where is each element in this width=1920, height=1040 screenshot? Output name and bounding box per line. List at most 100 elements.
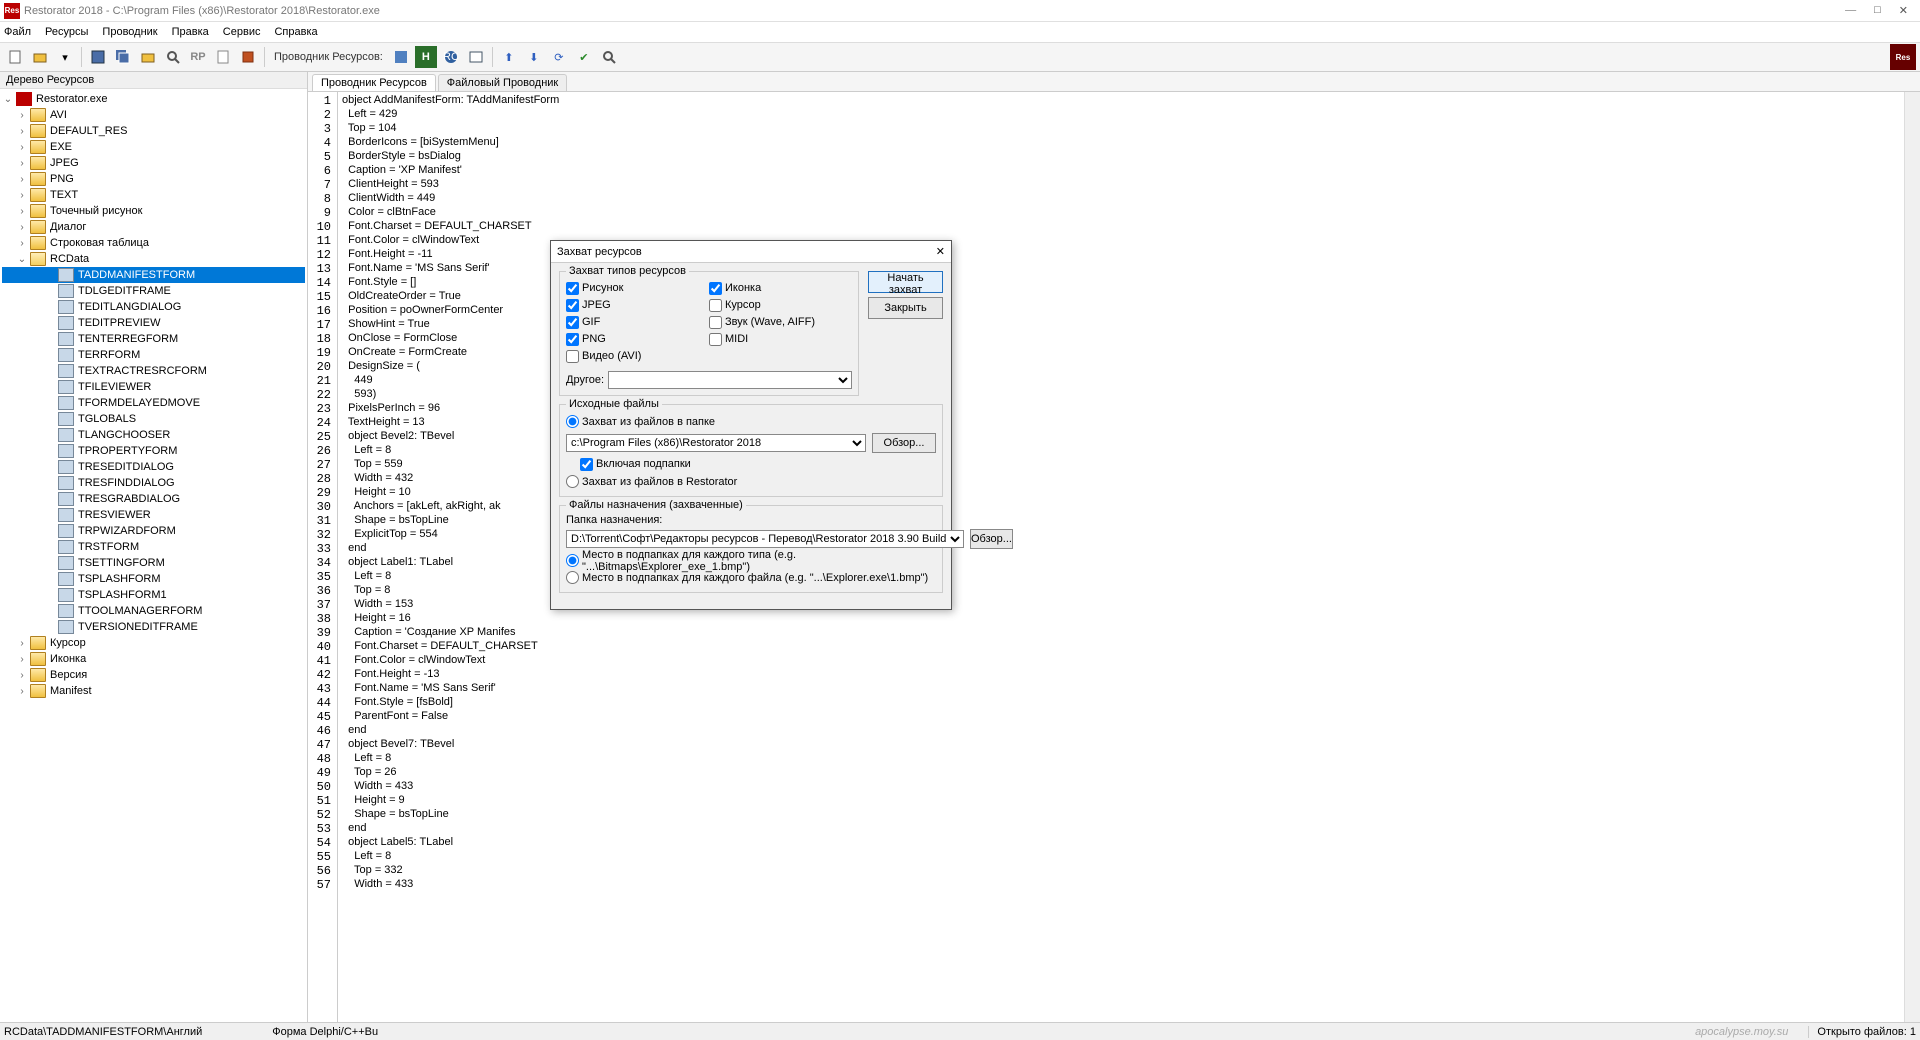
start-grab-button[interactable]: Начать захват	[868, 271, 943, 293]
tree-root[interactable]: ⌄Restorator.exe	[2, 91, 305, 107]
type-checkbox[interactable]	[709, 333, 722, 346]
radio-per-type[interactable]	[566, 554, 579, 567]
radio-per-file[interactable]	[566, 571, 579, 584]
tree-item[interactable]: TSETTINGFORM	[2, 555, 305, 571]
resource-types-group: Захват типов ресурсов РисунокJPEGGIFPNGВ…	[559, 271, 859, 396]
tree-item[interactable]: TVERSIONEDITFRAME	[2, 619, 305, 635]
toolbar-search-icon[interactable]	[162, 46, 184, 68]
close-button[interactable]: ✕	[1899, 4, 1908, 17]
include-subfolders-checkbox[interactable]	[580, 458, 593, 471]
toolbar-refresh-icon[interactable]: ⟳	[548, 46, 570, 68]
radio-per-file-label: Место в подпапках для каждого файла (e.g…	[582, 572, 928, 584]
tree-item[interactable]: TEDITPREVIEW	[2, 315, 305, 331]
tree-folder[interactable]: ›Manifest	[2, 683, 305, 699]
menu-file[interactable]: Файл	[4, 26, 31, 38]
tree-folder[interactable]: ›PNG	[2, 171, 305, 187]
browse-source-button[interactable]: Обзор...	[872, 433, 936, 453]
type-checkbox[interactable]	[566, 333, 579, 346]
type-checkbox[interactable]	[566, 316, 579, 329]
toolbar-grid-icon[interactable]	[390, 46, 412, 68]
toolbar-down-icon[interactable]: ⬇	[523, 46, 545, 68]
toolbar-book-icon[interactable]	[237, 46, 259, 68]
toolbar-rp-icon[interactable]: RP	[187, 46, 209, 68]
type-checkbox[interactable]	[709, 299, 722, 312]
tree-item[interactable]: TPROPERTYFORM	[2, 443, 305, 459]
close-dialog-button[interactable]: Закрыть	[868, 297, 943, 319]
radio-grab-restorator[interactable]	[566, 475, 579, 488]
toolbar-new-icon[interactable]	[4, 46, 26, 68]
source-path-combo[interactable]: c:\Program Files (x86)\Restorator 2018	[566, 434, 866, 452]
toolbar-find-icon[interactable]	[598, 46, 620, 68]
type-checkbox[interactable]	[566, 350, 579, 363]
toolbar-open-icon[interactable]	[29, 46, 51, 68]
type-checkbox[interactable]	[709, 316, 722, 329]
dest-path-combo[interactable]: D:\Torrent\Софт\Редакторы ресурсов - Пер…	[566, 530, 964, 548]
minimize-button[interactable]: —	[1845, 4, 1856, 17]
tree-item[interactable]: TRSTFORM	[2, 539, 305, 555]
tree-item[interactable]: TRESFINDDIALOG	[2, 475, 305, 491]
radio-grab-folder[interactable]	[566, 415, 579, 428]
tree-folder[interactable]: ›Диалог	[2, 219, 305, 235]
type-checkbox[interactable]	[566, 299, 579, 312]
tree-item[interactable]: TFORMDELAYEDMOVE	[2, 395, 305, 411]
toolbar-h-icon[interactable]: H	[415, 46, 437, 68]
toolbar-up-icon[interactable]: ⬆	[498, 46, 520, 68]
tree-folder[interactable]: ›AVI	[2, 107, 305, 123]
toolbar-form-icon[interactable]	[465, 46, 487, 68]
tree-item[interactable]: TRESGRABDIALOG	[2, 491, 305, 507]
resource-tree[interactable]: ⌄Restorator.exe ›AVI›DEFAULT_RES›EXE›JPE…	[0, 89, 307, 1022]
tree-item[interactable]: TTOOLMANAGERFORM	[2, 603, 305, 619]
tree-folder[interactable]: ›Версия	[2, 667, 305, 683]
toolbar-save-icon[interactable]	[87, 46, 109, 68]
menu-help[interactable]: Справка	[274, 26, 317, 38]
tree-folder[interactable]: ›TEXT	[2, 187, 305, 203]
toolbar-doc-icon[interactable]	[212, 46, 234, 68]
tree-item[interactable]: TSPLASHFORM1	[2, 587, 305, 603]
tree-folder[interactable]: ›DEFAULT_RES	[2, 123, 305, 139]
toolbar-check-icon[interactable]: ✔	[573, 46, 595, 68]
tree-folder[interactable]: ›Точечный рисунок	[2, 203, 305, 219]
vertical-scrollbar[interactable]	[1904, 92, 1920, 1022]
tree-item[interactable]: TSPLASHFORM	[2, 571, 305, 587]
tree-item[interactable]: TEDITLANGDIALOG	[2, 299, 305, 315]
tree-folder[interactable]: ›Строковая таблица	[2, 235, 305, 251]
tree-item[interactable]: TENTERREGFORM	[2, 331, 305, 347]
tab-resource-explorer[interactable]: Проводник Ресурсов	[312, 74, 436, 91]
grab-resources-dialog: Захват ресурсов ✕ Начать захват Закрыть …	[550, 240, 952, 610]
toolbar-folder2-icon[interactable]	[137, 46, 159, 68]
toolbar-saveall-icon[interactable]	[112, 46, 134, 68]
radio-grab-restorator-label: Захват из файлов в Restorator	[582, 476, 737, 488]
type-checkbox[interactable]	[709, 282, 722, 295]
tree-folder[interactable]: ›JPEG	[2, 155, 305, 171]
browse-dest-button[interactable]: Обзор...	[970, 529, 1013, 549]
menubar: Файл Ресурсы Проводник Правка Сервис Спр…	[0, 22, 1920, 42]
tree-item[interactable]: TRPWIZARDFORM	[2, 523, 305, 539]
toolbar-rc-icon[interactable]: RC	[440, 46, 462, 68]
tree-item[interactable]: TDLGEDITFRAME	[2, 283, 305, 299]
tree-item[interactable]: TGLOBALS	[2, 411, 305, 427]
tree-item[interactable]: TADDMANIFESTFORM	[2, 267, 305, 283]
type-checkbox[interactable]	[566, 282, 579, 295]
tree-folder[interactable]: ›Курсор	[2, 635, 305, 651]
menu-resources[interactable]: Ресурсы	[45, 26, 88, 38]
menu-edit[interactable]: Правка	[172, 26, 209, 38]
menu-explorer[interactable]: Проводник	[102, 26, 157, 38]
tab-file-explorer[interactable]: Файловый Проводник	[438, 74, 567, 91]
tree-item[interactable]: TFILEVIEWER	[2, 379, 305, 395]
toolbar-dropdown-icon[interactable]: ▾	[54, 46, 76, 68]
checkbox-label: PNG	[582, 333, 606, 345]
checkbox-label: Курсор	[725, 299, 761, 311]
menu-service[interactable]: Сервис	[223, 26, 261, 38]
tree-item[interactable]: TEXTRACTRESRCFORM	[2, 363, 305, 379]
tree-folder[interactable]: ›EXE	[2, 139, 305, 155]
maximize-button[interactable]: □	[1874, 4, 1881, 17]
tree-folder[interactable]: ›Иконка	[2, 651, 305, 667]
other-combo[interactable]	[608, 371, 852, 389]
tree-item[interactable]: TRESVIEWER	[2, 507, 305, 523]
tree-item[interactable]: TLANGCHOOSER	[2, 427, 305, 443]
tree-item[interactable]: TERRFORM	[2, 347, 305, 363]
group2-title: Исходные файлы	[566, 398, 662, 410]
dialog-close-icon[interactable]: ✕	[936, 245, 945, 258]
tree-folder-rcdata[interactable]: ⌄RCData	[2, 251, 305, 267]
tree-item[interactable]: TRESEDITDIALOG	[2, 459, 305, 475]
